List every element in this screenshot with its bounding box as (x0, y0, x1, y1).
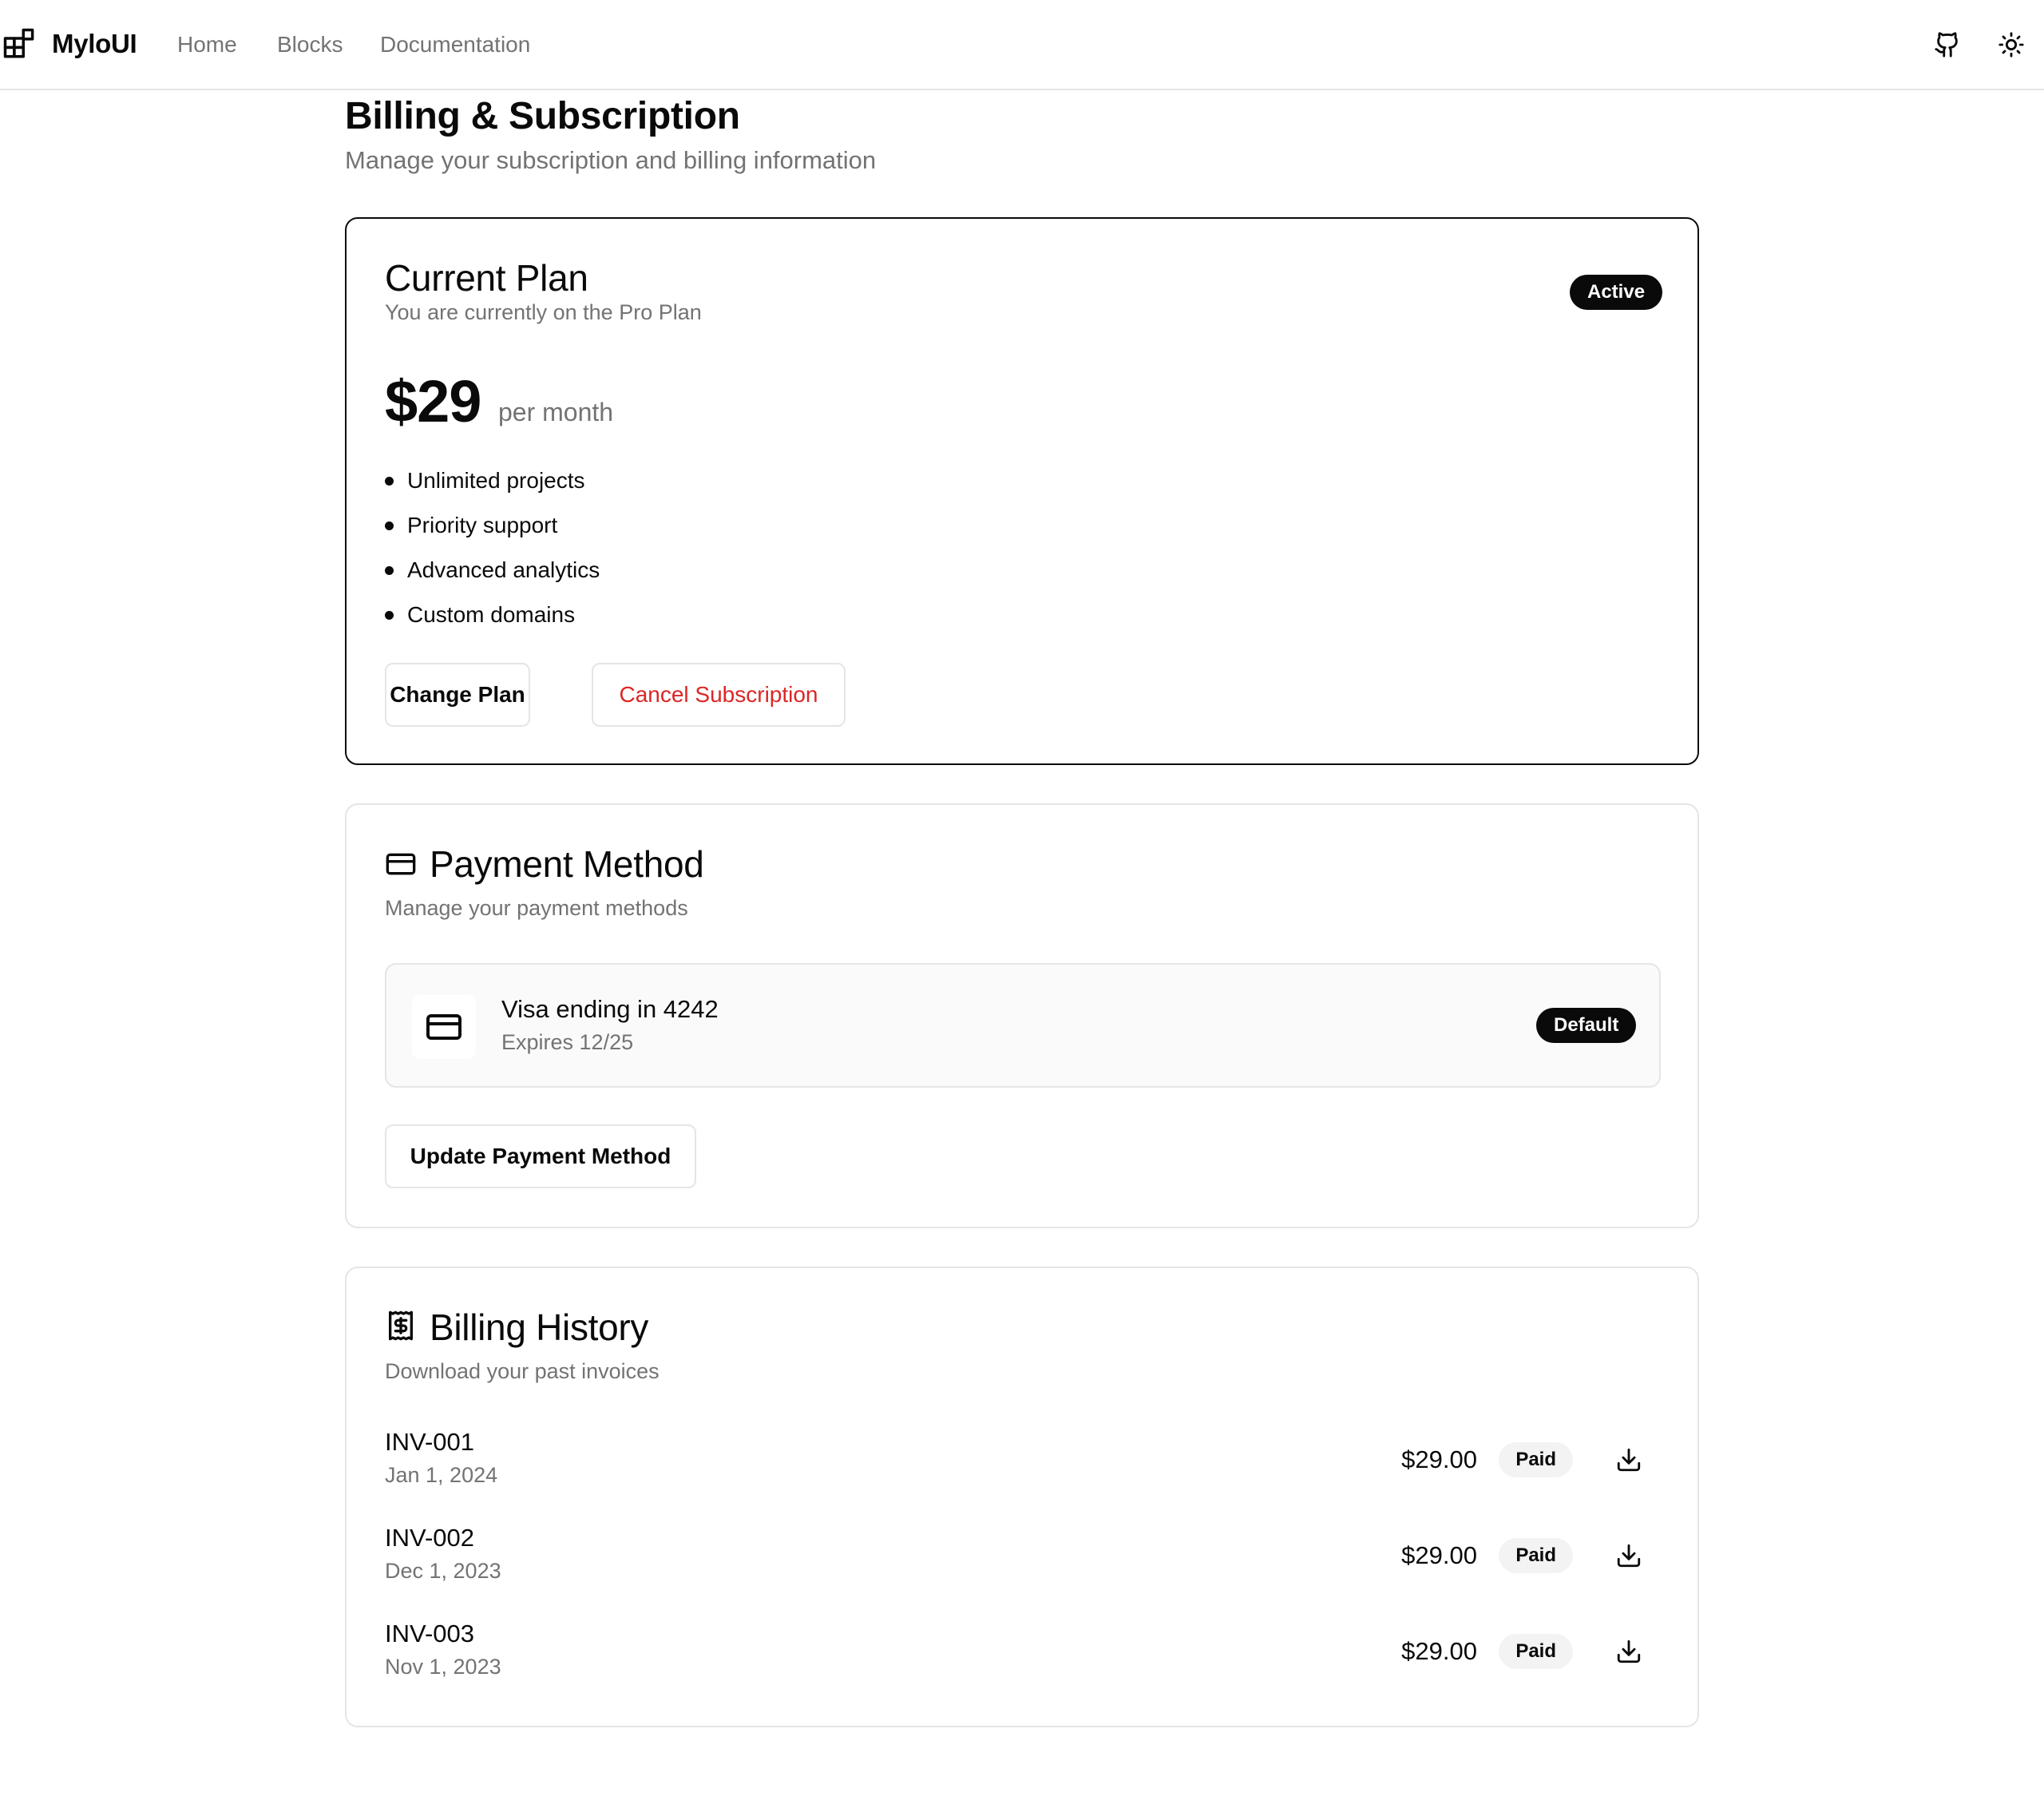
bullet-icon (385, 565, 394, 575)
invoice-date: Nov 1, 2023 (385, 1655, 501, 1679)
plan-price: $29 (385, 368, 481, 434)
feature-label: Advanced analytics (407, 557, 600, 582)
bullet-icon (385, 476, 394, 486)
download-invoice-button[interactable] (1597, 1441, 1661, 1479)
nav-link-documentation[interactable]: Documentation (380, 30, 530, 59)
nav-link-home[interactable]: Home (177, 30, 237, 59)
feature-label: Custom domains (407, 602, 576, 627)
nav-link-blocks[interactable]: Blocks (277, 30, 343, 59)
plan-features-list: Unlimited projects Priority support Adva… (385, 458, 600, 637)
theme-toggle-button[interactable] (1994, 27, 2029, 62)
default-badge: Default (1536, 1008, 1637, 1043)
feature-item: Custom domains (385, 593, 600, 637)
feature-label: Unlimited projects (407, 468, 585, 493)
invoice-status-badge: Paid (1499, 1538, 1573, 1573)
bullet-icon (385, 521, 394, 530)
github-button[interactable] (1930, 27, 1965, 62)
payment-method-card: Payment Method Manage your payment metho… (345, 803, 1699, 1228)
payment-card-name: Visa ending in 4242 (501, 995, 719, 1023)
current-plan-title: Current Plan (385, 257, 588, 299)
invoice-status-badge: Paid (1499, 1634, 1573, 1669)
invoice-row: INV-002 Dec 1, 2023 $29.00 Paid (385, 1522, 1661, 1602)
payment-card-item: Visa ending in 4242 Expires 12/25 Defaul… (385, 963, 1661, 1088)
plan-status-badge: Active (1570, 275, 1663, 310)
page-subtitle: Manage your subscription and billing inf… (345, 146, 877, 174)
feature-item: Unlimited projects (385, 458, 600, 503)
sun-icon (1998, 32, 2024, 57)
payment-method-description: Manage your payment methods (385, 896, 688, 920)
download-icon (1617, 1640, 1641, 1663)
payment-card-expiry: Expires 12/25 (501, 1030, 634, 1054)
brand-name: MyloUI (52, 29, 137, 58)
invoice-id: INV-003 (385, 1620, 475, 1647)
download-invoice-button[interactable] (1597, 1632, 1661, 1671)
invoice-id: INV-001 (385, 1428, 475, 1456)
invoice-row: INV-003 Nov 1, 2023 $29.00 Paid (385, 1618, 1661, 1698)
invoice-id: INV-002 (385, 1524, 475, 1552)
billing-history-title: Billing History (430, 1306, 649, 1348)
invoice-amount: $29.00 (1401, 1541, 1477, 1569)
brand-logo-link[interactable]: MyloUI (2, 27, 137, 61)
receipt-icon (389, 1310, 413, 1341)
change-plan-button[interactable]: Change Plan (385, 663, 530, 727)
payment-card-icon-box (412, 995, 476, 1059)
download-icon (1617, 1448, 1641, 1472)
invoice-date: Dec 1, 2023 (385, 1559, 501, 1583)
credit-card-icon (426, 1014, 461, 1040)
invoice-row: INV-001 Jan 1, 2024 $29.00 Paid (385, 1426, 1661, 1506)
feature-item: Priority support (385, 503, 600, 548)
blocks-logo-icon (3, 28, 34, 58)
billing-history-card: Billing History Download your past invoi… (345, 1267, 1699, 1727)
plan-period: per month (498, 398, 614, 426)
update-payment-method-button[interactable]: Update Payment Method (385, 1124, 696, 1188)
github-icon (1935, 32, 1958, 57)
invoice-status-badge: Paid (1499, 1442, 1573, 1477)
bullet-icon (385, 610, 394, 620)
current-plan-description: You are currently on the Pro Plan (385, 300, 702, 324)
page-title: Billing & Subscription (345, 95, 740, 137)
feature-item: Advanced analytics (385, 548, 600, 593)
download-icon (1617, 1544, 1641, 1568)
current-plan-card: Current Plan You are currently on the Pr… (345, 217, 1699, 765)
cancel-subscription-button[interactable]: Cancel Subscription (592, 663, 846, 727)
credit-card-icon (386, 853, 416, 875)
invoice-date: Jan 1, 2024 (385, 1463, 498, 1487)
payment-method-title: Payment Method (430, 843, 704, 885)
top-navbar: MyloUI Home Blocks Documentation (0, 0, 2044, 90)
feature-label: Priority support (407, 513, 558, 537)
invoice-amount: $29.00 (1401, 1637, 1477, 1665)
download-invoice-button[interactable] (1597, 1536, 1661, 1575)
billing-history-description: Download your past invoices (385, 1359, 660, 1383)
invoice-amount: $29.00 (1401, 1445, 1477, 1473)
